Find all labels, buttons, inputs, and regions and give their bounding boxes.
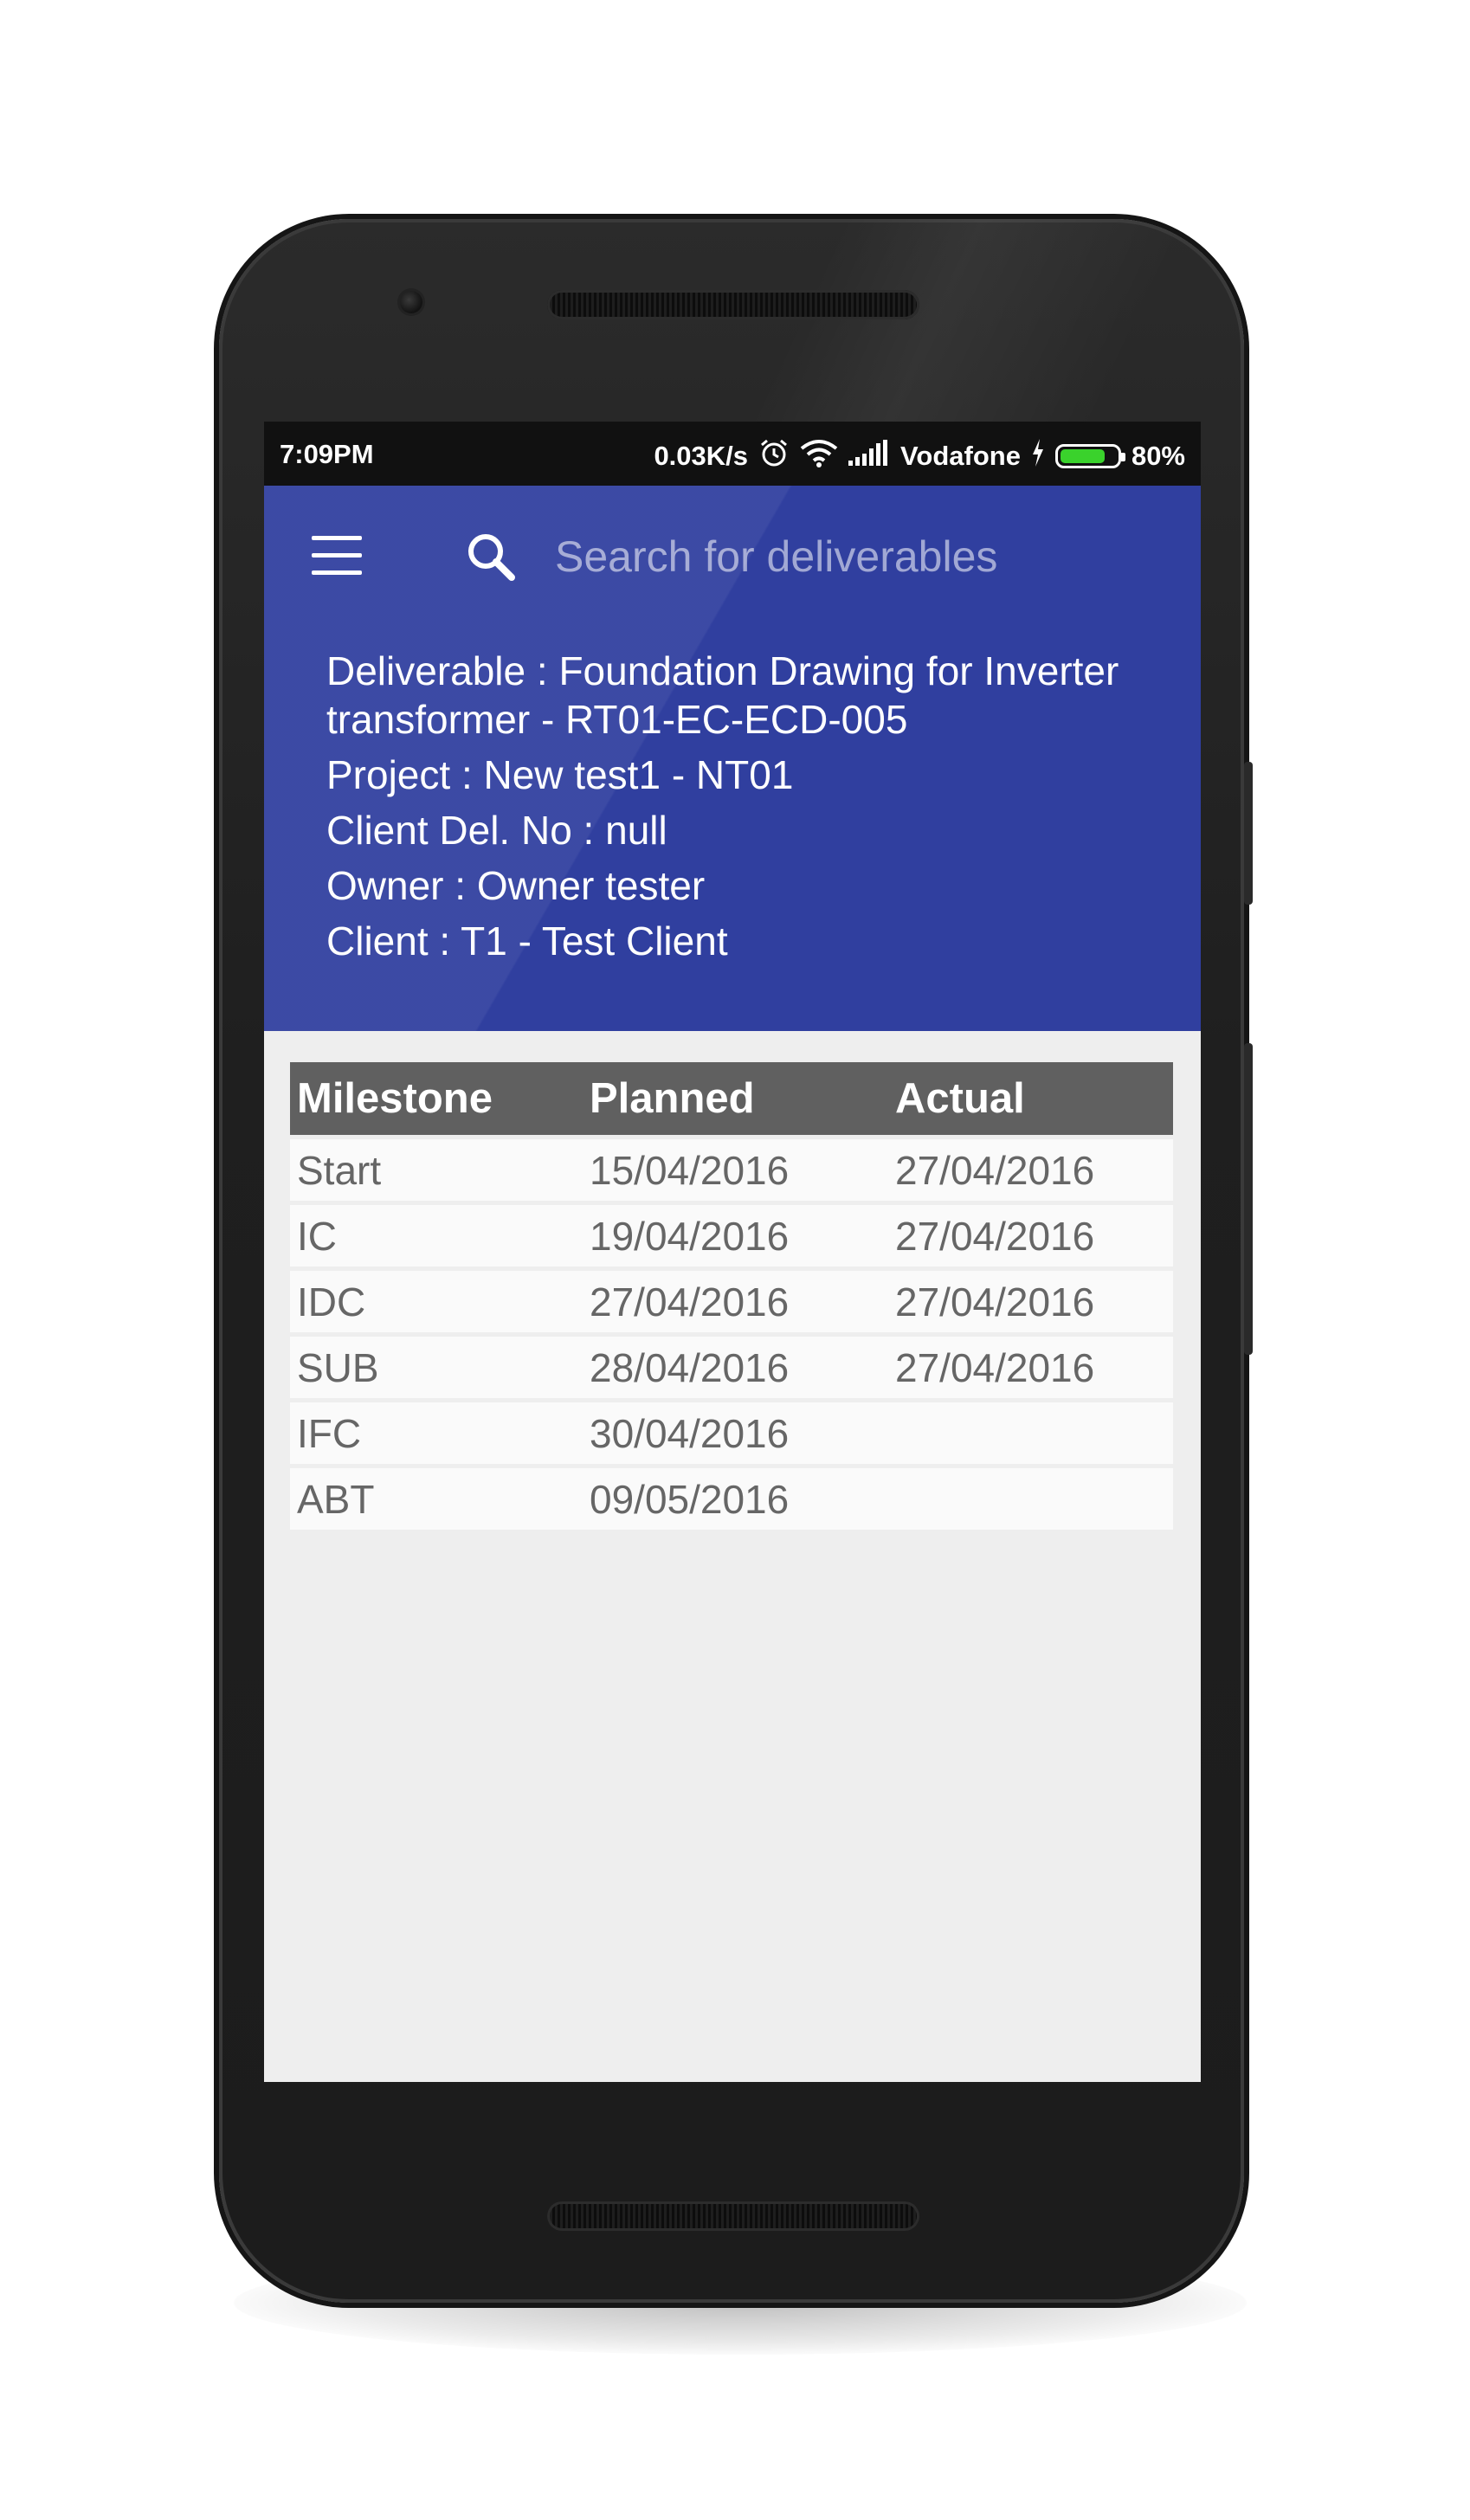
search-icon[interactable] <box>465 531 517 583</box>
milestone-cell: IFC <box>290 1402 583 1464</box>
actual-cell <box>888 1402 1173 1464</box>
battery-icon <box>1054 444 1125 468</box>
actual-cell: 27/04/2016 <box>888 1337 1173 1398</box>
milestone-table: Milestone Planned Actual Start 15/04/201… <box>290 1058 1173 1534</box>
planned-cell: 30/04/2016 <box>583 1402 888 1464</box>
column-header-planned: Planned <box>583 1062 888 1135</box>
client-del-no-line: Client Del. No : null <box>326 808 667 853</box>
front-camera <box>400 291 422 313</box>
actual-cell: 27/04/2016 <box>888 1271 1173 1332</box>
milestone-cell: ABT <box>290 1468 583 1530</box>
app-header: Deliverable : Foundation Drawing for Inv… <box>264 486 1201 1031</box>
table-row[interactable]: IC 19/04/2016 27/04/2016 <box>290 1205 1173 1266</box>
column-header-actual: Actual <box>888 1062 1173 1135</box>
bottom-speaker <box>547 2201 919 2231</box>
earpiece-speaker <box>547 290 919 319</box>
table-header-row: Milestone Planned Actual <box>290 1062 1173 1135</box>
actual-cell <box>888 1468 1173 1530</box>
column-header-milestone: Milestone <box>290 1062 583 1135</box>
owner-line: Owner : Owner tester <box>326 863 706 908</box>
planned-cell: 28/04/2016 <box>583 1337 888 1398</box>
deliverable-details: Deliverable : Foundation Drawing for Inv… <box>326 647 1175 972</box>
status-right-group: 0.03K/s Vodafone 80% <box>654 437 1185 475</box>
milestone-cell: Start <box>290 1139 583 1201</box>
table-row[interactable]: IFC 30/04/2016 <box>290 1402 1173 1464</box>
client-line: Client : T1 - Test Client <box>326 918 728 964</box>
status-carrier: Vodafone <box>900 441 1021 471</box>
actual-cell: 27/04/2016 <box>888 1139 1173 1201</box>
project-line: Project : New test1 - NT01 <box>326 752 794 797</box>
power-button <box>1244 762 1253 905</box>
phone-screen: 7:09PM 0.03K/s Vodafone 80% Search for d… <box>264 422 1201 2082</box>
charging-bolt-icon <box>1031 439 1045 474</box>
planned-cell: 19/04/2016 <box>583 1205 888 1266</box>
status-time: 7:09PM <box>280 439 374 469</box>
table-row[interactable]: SUB 28/04/2016 27/04/2016 <box>290 1337 1173 1398</box>
battery-fill <box>1060 449 1106 463</box>
table-row[interactable]: Start 15/04/2016 27/04/2016 <box>290 1139 1173 1201</box>
planned-cell: 27/04/2016 <box>583 1271 888 1332</box>
search-input[interactable] <box>555 529 1161 584</box>
milestone-cell: IDC <box>290 1271 583 1332</box>
deliverable-line: Deliverable : Foundation Drawing for Inv… <box>326 648 1119 742</box>
status-battery-percent: 80% <box>1131 441 1185 471</box>
stage: 7:09PM 0.03K/s Vodafone 80% Search for d… <box>0 0 1470 2520</box>
table-row[interactable]: IDC 27/04/2016 27/04/2016 <box>290 1271 1173 1332</box>
wifi-icon <box>800 438 838 474</box>
signal-icon <box>848 440 890 473</box>
planned-cell: 09/05/2016 <box>583 1468 888 1530</box>
volume-button <box>1244 1043 1253 1355</box>
status-bar: 7:09PM 0.03K/s Vodafone 80% <box>264 422 1201 486</box>
status-network-speed: 0.03K/s <box>654 441 749 471</box>
alarm-icon <box>758 437 790 475</box>
planned-cell: 15/04/2016 <box>583 1139 888 1201</box>
milestone-cell: IC <box>290 1205 583 1266</box>
actual-cell: 27/04/2016 <box>888 1205 1173 1266</box>
table-row[interactable]: ABT 09/05/2016 <box>290 1468 1173 1530</box>
milestone-cell: SUB <box>290 1337 583 1398</box>
hamburger-menu-icon[interactable] <box>312 536 362 576</box>
